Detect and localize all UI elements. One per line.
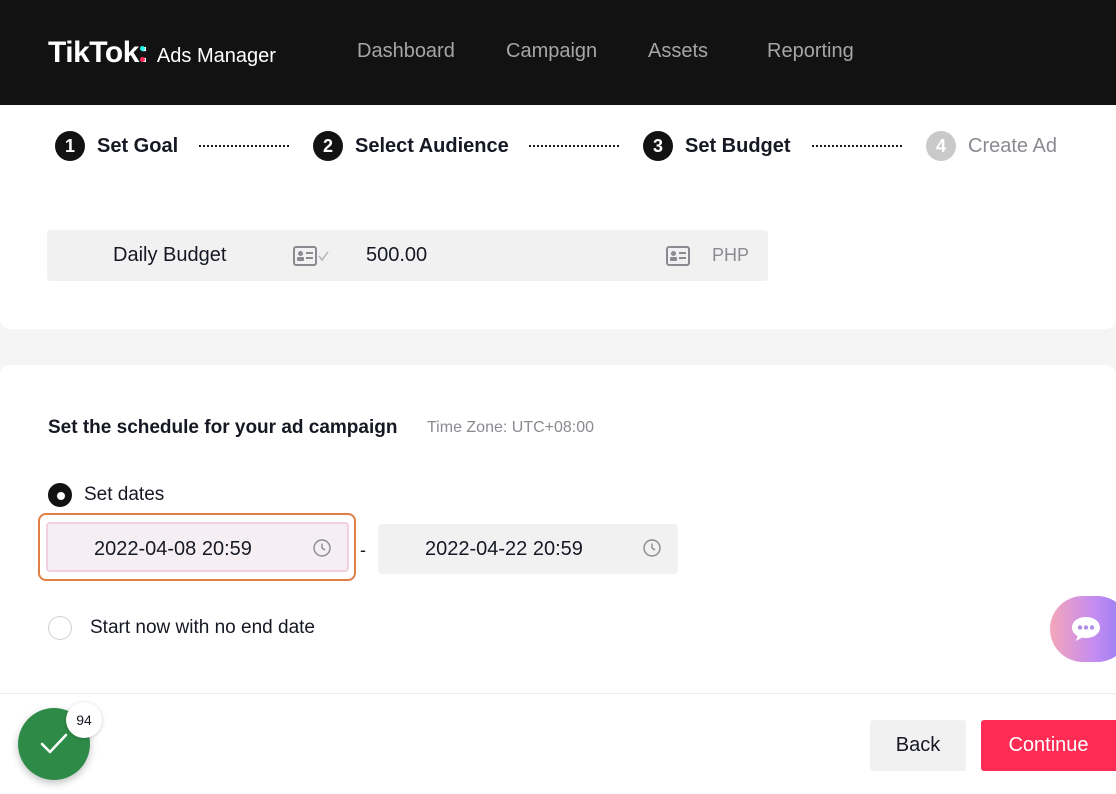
- count-badge: 94: [66, 702, 102, 738]
- daily-budget-field[interactable]: Daily Budget 500.00 PHP: [47, 230, 768, 281]
- radio-label: Set dates: [84, 484, 165, 505]
- step-select-audience[interactable]: 2 Select Audience: [313, 131, 509, 161]
- logo-product: Ads Manager: [156, 45, 276, 67]
- nav-assets[interactable]: Assets: [648, 40, 708, 63]
- clock-icon: [643, 539, 661, 557]
- step-connector: [199, 145, 289, 147]
- radio-start-now[interactable]: Start now with no end date: [48, 616, 315, 640]
- step-label: Set Budget: [685, 134, 791, 157]
- continue-button[interactable]: Continue: [981, 720, 1116, 771]
- chat-support-button[interactable]: [1050, 596, 1116, 662]
- chat-icon: [1072, 617, 1100, 641]
- budget-type-label: Daily Budget: [113, 244, 227, 266]
- date-range-separator: -: [360, 540, 366, 560]
- clock-icon: [313, 539, 331, 557]
- id-card-check-icon[interactable]: [293, 246, 329, 266]
- timezone-label: Time Zone: UTC+08:00: [427, 419, 595, 436]
- step-set-goal[interactable]: 1 Set Goal: [55, 131, 178, 161]
- radio-set-dates[interactable]: Set dates: [48, 483, 164, 507]
- end-date-input[interactable]: 2022-04-22 20:59: [378, 524, 678, 574]
- step-connector: [812, 145, 902, 147]
- nav-dashboard[interactable]: Dashboard: [357, 40, 455, 63]
- radio-button-unchecked[interactable]: [48, 616, 72, 640]
- step-number: 1: [55, 131, 85, 161]
- start-date-value: 2022-04-08 20:59: [94, 538, 252, 560]
- step-number: 4: [926, 131, 956, 161]
- step-label: Create Ad: [968, 134, 1057, 157]
- nav-campaign[interactable]: Campaign: [506, 40, 597, 63]
- top-navigation-bar: TikTok : Ads Manager Dashboard Campaign …: [0, 0, 1116, 105]
- logo-brand: TikTok: [48, 36, 139, 69]
- step-number: 2: [313, 131, 343, 161]
- nav-reporting[interactable]: Reporting: [767, 40, 854, 63]
- start-date-input[interactable]: 2022-04-08 20:59: [46, 522, 349, 572]
- step-label: Set Goal: [97, 134, 179, 157]
- logo-colon: :: [138, 36, 149, 69]
- step-connector: [529, 145, 619, 147]
- budget-card: 1 Set Goal 2 Select Audience 3 Set Budge…: [0, 105, 1116, 329]
- tiktok-ads-manager-logo[interactable]: TikTok : Ads Manager: [48, 36, 276, 70]
- end-date-value: 2022-04-22 20:59: [425, 538, 583, 560]
- step-create-ad[interactable]: 4 Create Ad: [926, 131, 1057, 161]
- step-label: Select Audience: [355, 134, 509, 157]
- checkmark-icon: [40, 733, 68, 754]
- budget-currency: PHP: [712, 245, 750, 265]
- radio-button-checked[interactable]: [48, 483, 72, 507]
- budget-amount: 500.00: [366, 244, 428, 266]
- footer-action-bar: 94 Back Continue: [0, 693, 1116, 794]
- radio-label: Start now with no end date: [90, 617, 315, 638]
- id-card-icon: [666, 246, 690, 266]
- schedule-card: Set the schedule for your ad campaign Ti…: [0, 365, 1116, 693]
- schedule-title: Set the schedule for your ad campaign: [48, 417, 398, 438]
- step-number: 3: [643, 131, 673, 161]
- step-set-budget[interactable]: 3 Set Budget: [643, 131, 791, 161]
- back-button[interactable]: Back: [870, 720, 966, 771]
